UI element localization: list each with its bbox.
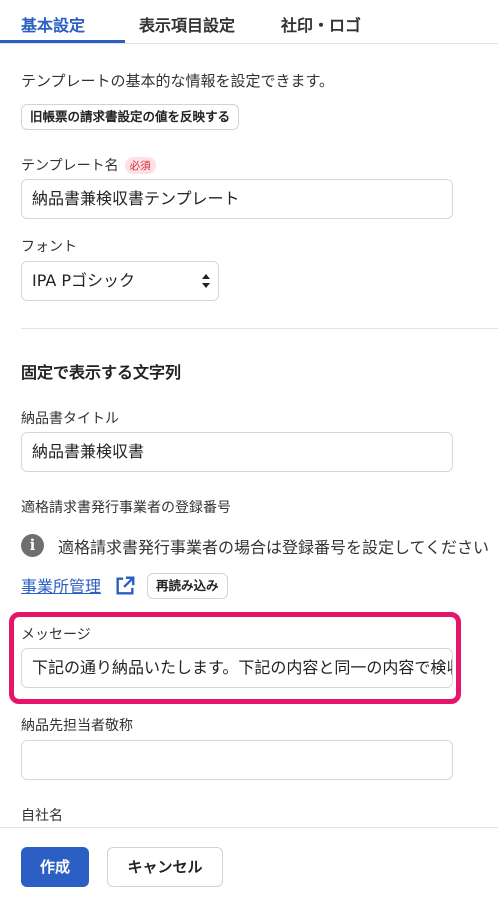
cancel-button[interactable]: キャンセル xyxy=(107,847,223,887)
action-bar: 作成 キャンセル xyxy=(0,827,498,905)
required-badge: 必須 xyxy=(124,157,156,174)
font-select[interactable]: IPA Pゴシック xyxy=(21,261,219,301)
template-name-label-text: テンプレート名 xyxy=(21,158,119,174)
message-highlight-box xyxy=(9,612,461,704)
font-select-value: IPA Pゴシック xyxy=(32,271,136,290)
tab-seal-logo[interactable]: 社印・ロゴ xyxy=(281,12,361,36)
section-divider xyxy=(21,328,498,329)
office-management-link[interactable]: 事業所管理 xyxy=(21,573,101,597)
fixed-strings-heading: 固定で表示する文字列 xyxy=(21,363,182,382)
delivery-title-input[interactable]: 納品書兼検収書 xyxy=(21,432,453,472)
select-arrows-icon xyxy=(202,274,210,288)
reload-button[interactable]: 再読み込み xyxy=(147,573,228,599)
active-tab-indicator xyxy=(0,40,125,43)
template-name-input[interactable]: 納品書兼検収書テンプレート xyxy=(21,179,453,219)
recipient-honorific-input[interactable] xyxy=(21,740,453,780)
page-description: テンプレートの基本的な情報を設定できます。 xyxy=(21,72,335,90)
info-icon: i xyxy=(21,534,44,557)
external-link-icon[interactable] xyxy=(114,575,136,597)
font-label: フォント xyxy=(21,239,77,255)
tab-basic-settings[interactable]: 基本設定 xyxy=(21,12,85,36)
delivery-title-label: 納品書タイトル xyxy=(21,411,119,427)
create-button[interactable]: 作成 xyxy=(21,847,89,887)
tab-display-items[interactable]: 表示項目設定 xyxy=(139,12,235,36)
recipient-honorific-label: 納品先担当者敬称 xyxy=(21,718,133,734)
tab-bar: 基本設定 表示項目設定 社印・ロゴ xyxy=(0,0,498,44)
company-name-label: 自社名 xyxy=(21,808,63,824)
registration-number-label: 適格請求書発行事業者の登録番号 xyxy=(21,500,231,516)
template-name-label: テンプレート名 必須 xyxy=(21,155,156,175)
reflect-old-settings-button[interactable]: 旧帳票の請求書設定の値を反映する xyxy=(21,104,240,130)
registration-info-text: 適格請求書発行事業者の場合は登録番号を設定してください xyxy=(58,538,490,557)
